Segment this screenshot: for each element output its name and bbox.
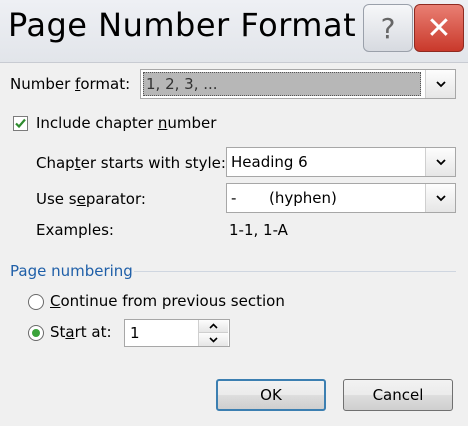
title-bar: Page Number Format ? ✕ (0, 0, 468, 62)
spin-down-button[interactable] (199, 333, 228, 346)
chevron-up-icon (209, 323, 218, 329)
chevron-down-icon (209, 336, 218, 343)
close-icon: ✕ (426, 10, 452, 46)
help-button[interactable]: ? (363, 4, 413, 52)
number-format-value: 1, 2, 3, ... (146, 75, 218, 93)
separator-value-char: - (231, 189, 237, 207)
help-icon: ? (380, 11, 396, 45)
chevron-down-icon (435, 194, 446, 201)
chapter-style-value: Heading 6 (231, 153, 308, 171)
window-title: Page Number Format (8, 6, 357, 44)
page-numbering-divider (134, 271, 456, 272)
separator-select[interactable]: - (hyphen) (226, 183, 456, 213)
close-button[interactable]: ✕ (414, 4, 464, 52)
page-numbering-heading: Page numbering (10, 262, 133, 280)
spinner-arrows (198, 320, 229, 346)
checkmark-icon (15, 118, 26, 129)
chevron-down-icon (435, 158, 446, 165)
number-format-label: Number format: (10, 75, 131, 93)
examples-value: 1-1, 1-A (229, 221, 288, 239)
continue-radio[interactable] (28, 294, 44, 310)
chapter-style-label: Chapter starts with style: (36, 154, 226, 172)
examples-label: Examples: (36, 221, 114, 239)
chevron-down-icon (435, 80, 446, 87)
include-chapter-label[interactable]: Include chapter number (36, 114, 216, 132)
start-at-radio[interactable] (28, 325, 44, 341)
continue-label[interactable]: Continue from previous section (50, 292, 285, 310)
chapter-style-select[interactable]: Heading 6 (226, 147, 456, 177)
ok-button[interactable]: OK (216, 379, 326, 411)
number-format-select[interactable]: 1, 2, 3, ... (140, 69, 456, 99)
number-format-dropdown-button[interactable] (425, 70, 455, 98)
separator-label: Use separator: (36, 190, 146, 208)
spin-up-button[interactable] (199, 320, 228, 333)
separator-dropdown-button[interactable] (425, 184, 455, 212)
chapter-style-dropdown-button[interactable] (425, 148, 455, 176)
start-at-label[interactable]: Start at: (50, 323, 112, 341)
start-at-spinner[interactable]: 1 (124, 319, 230, 347)
include-chapter-checkbox[interactable] (13, 116, 28, 131)
dialog-body: Number format: 1, 2, 3, ... Include chap… (0, 62, 468, 426)
start-at-value[interactable]: 1 (130, 324, 140, 342)
cancel-button[interactable]: Cancel (343, 379, 453, 411)
separator-value-name: (hyphen) (269, 189, 337, 207)
number-format-selection: 1, 2, 3, ... (143, 72, 421, 96)
